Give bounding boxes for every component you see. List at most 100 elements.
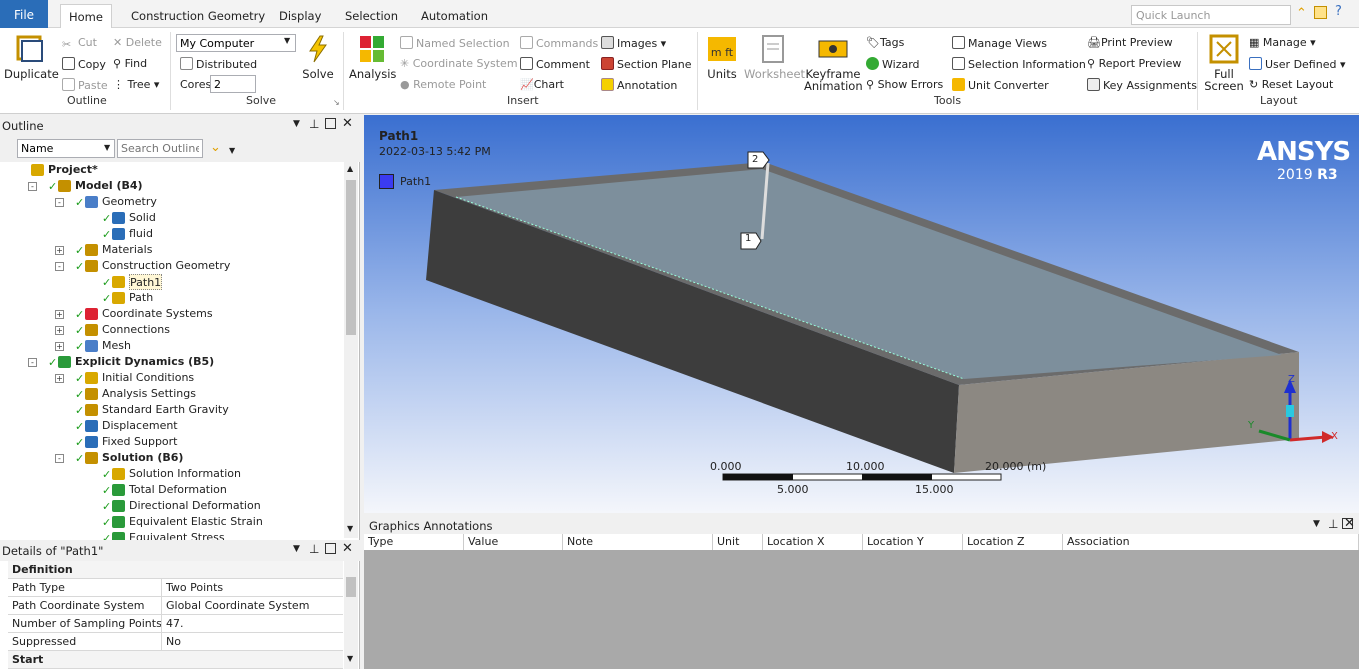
solve-button[interactable]: Solve bbox=[300, 34, 336, 80]
outline-scrollbar[interactable]: ▲ ▼ bbox=[344, 162, 358, 538]
pin-icon[interactable]: ⊥ bbox=[309, 117, 319, 131]
tree-item[interactable]: Solution (B6) bbox=[102, 450, 183, 466]
details-row[interactable]: Suppressed No bbox=[8, 633, 343, 651]
report-preview-button[interactable]: ⚲ Report Preview bbox=[1087, 57, 1181, 71]
named-selection-button[interactable]: Named Selection bbox=[400, 36, 510, 51]
help-icon[interactable]: ? bbox=[1335, 4, 1342, 19]
chevron-up-icon[interactable]: ▲ bbox=[347, 164, 353, 173]
notes-icon[interactable] bbox=[1314, 6, 1327, 19]
tree-item[interactable]: Equivalent Stress bbox=[129, 530, 225, 540]
details-row[interactable]: Path Coordinate System Global Coordinate … bbox=[8, 597, 343, 615]
details-row[interactable]: Path Type Two Points bbox=[8, 579, 343, 597]
chevron-down-icon[interactable]: ▼ bbox=[347, 654, 353, 663]
coordinate-system-button[interactable]: ✳ Coordinate System bbox=[400, 57, 518, 71]
expand-toggle[interactable]: + bbox=[55, 326, 64, 335]
chevron-down-icon[interactable]: ▼ bbox=[229, 146, 235, 155]
expand-toggle[interactable]: - bbox=[28, 182, 37, 191]
tree-item[interactable]: Explicit Dynamics (B5) bbox=[75, 354, 214, 370]
details-row[interactable]: Definition bbox=[8, 561, 343, 579]
expand-toggle[interactable]: - bbox=[55, 198, 64, 207]
solve-machine-select[interactable] bbox=[176, 34, 296, 52]
close-icon[interactable]: ✕ bbox=[342, 541, 353, 556]
tree-item[interactable]: Fixed Support bbox=[102, 434, 178, 450]
dialog-launcher-icon[interactable]: ↘ bbox=[333, 98, 340, 107]
manage-layout-button[interactable]: ▦ Manage ▾ bbox=[1249, 36, 1316, 50]
details-row[interactable]: Start bbox=[8, 651, 343, 669]
details-value[interactable]: Global Coordinate System bbox=[161, 597, 309, 615]
tree-button[interactable]: ⋮ Tree ▾ bbox=[113, 78, 159, 92]
expand-toggle[interactable]: + bbox=[55, 246, 64, 255]
section-plane-button[interactable]: Section Plane bbox=[601, 57, 692, 72]
column-header[interactable]: Type bbox=[364, 534, 464, 550]
tree-item[interactable]: Project* bbox=[48, 162, 98, 178]
pane-menu-icon[interactable]: ▼ bbox=[293, 119, 300, 129]
tree-item[interactable]: Directional Deformation bbox=[129, 498, 261, 514]
close-icon[interactable]: ✕ bbox=[342, 116, 353, 131]
tree-item[interactable]: Path bbox=[129, 290, 153, 306]
key-assignments-button[interactable]: Key Assignments bbox=[1087, 78, 1197, 93]
distributed-checkbox[interactable]: Distributed bbox=[180, 57, 257, 72]
tree-item[interactable]: Connections bbox=[102, 322, 170, 338]
chevron-down-icon[interactable]: ▼ bbox=[104, 143, 110, 152]
chevron-down-icon[interactable]: ▼ bbox=[284, 36, 290, 45]
user-defined-button[interactable]: User Defined ▾ bbox=[1249, 57, 1346, 72]
copy-button[interactable]: Copy bbox=[62, 57, 106, 72]
scrollbar-thumb[interactable] bbox=[346, 180, 356, 335]
annotation-button[interactable]: Annotation bbox=[601, 78, 677, 93]
expand-toggle[interactable]: + bbox=[55, 374, 64, 383]
details-value[interactable]: Two Points bbox=[161, 579, 223, 597]
tree-item[interactable]: Construction Geometry bbox=[102, 258, 230, 274]
tab-display[interactable]: Display bbox=[271, 4, 329, 28]
tree-item[interactable]: Materials bbox=[102, 242, 152, 258]
tree-item[interactable]: Equivalent Elastic Strain bbox=[129, 514, 263, 530]
search-outline-input[interactable] bbox=[117, 139, 203, 158]
tags-button[interactable]: 🏷Tags bbox=[866, 36, 904, 50]
cut-button[interactable]: ✂ Cut bbox=[62, 36, 97, 51]
search-options-icon[interactable]: ⌄ bbox=[210, 140, 221, 155]
quick-launch-input[interactable]: Quick Launch bbox=[1131, 5, 1291, 25]
column-header[interactable]: Note bbox=[563, 534, 713, 550]
images-button[interactable]: Images ▾ bbox=[601, 36, 666, 51]
pane-menu-icon[interactable]: ▼ bbox=[293, 544, 300, 554]
wizard-button[interactable]: Wizard bbox=[866, 57, 920, 72]
tab-selection[interactable]: Selection bbox=[337, 4, 406, 28]
unit-converter-button[interactable]: Unit Converter bbox=[952, 78, 1049, 93]
remote-point-button[interactable]: ● Remote Point bbox=[400, 78, 486, 92]
tree-item[interactable]: Analysis Settings bbox=[102, 386, 196, 402]
column-header[interactable]: Location X bbox=[763, 534, 863, 550]
tree-item[interactable]: Path1 bbox=[129, 274, 163, 290]
column-header[interactable]: Location Y bbox=[863, 534, 963, 550]
tree-item[interactable]: Solid bbox=[129, 210, 156, 226]
tree-item[interactable]: Displacement bbox=[102, 418, 178, 434]
selection-information-button[interactable]: Selection Information bbox=[952, 57, 1086, 72]
column-header[interactable]: Location Z bbox=[963, 534, 1063, 550]
tree-item[interactable]: fluid bbox=[129, 226, 153, 242]
graphics-viewport[interactable]: Path1 2022-03-13 5:42 PM Path1 ANSYS 201… bbox=[364, 115, 1359, 513]
tree-item[interactable]: Total Deformation bbox=[129, 482, 227, 498]
chevron-down-icon[interactable]: ▼ bbox=[347, 524, 353, 533]
tree-item[interactable]: Coordinate Systems bbox=[102, 306, 213, 322]
delete-button[interactable]: ✕ Delete bbox=[113, 36, 162, 50]
find-button[interactable]: ⚲ Find bbox=[113, 57, 147, 71]
chart-button[interactable]: 📈Chart bbox=[520, 78, 564, 92]
worksheet-button[interactable]: Worksheet bbox=[744, 34, 805, 80]
maximize-icon[interactable] bbox=[325, 543, 336, 554]
tree-item[interactable]: Initial Conditions bbox=[102, 370, 194, 386]
column-header[interactable]: Association bbox=[1063, 534, 1359, 550]
comment-button[interactable]: Comment bbox=[520, 57, 590, 72]
full-screen-button[interactable]: Full Screen bbox=[1203, 34, 1245, 92]
details-value[interactable]: 47. bbox=[161, 615, 184, 633]
tab-construction-geometry[interactable]: Construction Geometry bbox=[123, 4, 273, 28]
print-preview-button[interactable]: 🖨Print Preview bbox=[1087, 36, 1173, 50]
filter-type-select[interactable] bbox=[17, 139, 115, 158]
pin-icon[interactable]: ⊥ bbox=[309, 542, 319, 556]
column-header[interactable]: Unit bbox=[713, 534, 763, 550]
scrollbar-thumb[interactable] bbox=[346, 577, 356, 597]
tab-automation[interactable]: Automation bbox=[413, 4, 496, 28]
maximize-icon[interactable] bbox=[325, 118, 336, 129]
tab-home[interactable]: Home bbox=[60, 4, 112, 29]
manage-views-button[interactable]: Manage Views bbox=[952, 36, 1047, 51]
units-button[interactable]: m ft Units bbox=[703, 34, 741, 80]
tree-item[interactable]: Standard Earth Gravity bbox=[102, 402, 229, 418]
show-errors-button[interactable]: ⚲ Show Errors bbox=[866, 78, 943, 92]
